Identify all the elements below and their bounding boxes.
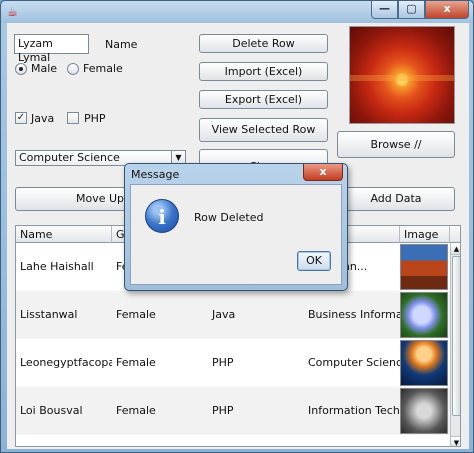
- browse-button[interactable]: Browse //: [337, 131, 455, 158]
- male-label: Male: [31, 62, 58, 75]
- cell-gender: Female: [116, 404, 156, 417]
- cell-name: Lisstanwal: [20, 308, 78, 321]
- close-button[interactable]: x: [425, 1, 469, 19]
- scroll-down-icon[interactable]: ▼: [451, 436, 460, 446]
- scrollbar-thumb[interactable]: [452, 256, 460, 416]
- php-checkbox[interactable]: [67, 112, 79, 124]
- cell-name: Leonegyptfacopal: [20, 356, 112, 369]
- cell-name: Lahe Haishall: [20, 260, 94, 273]
- php-label: PHP: [84, 112, 106, 125]
- java-checkbox[interactable]: ✓: [15, 112, 27, 124]
- jellyfish-thumbnail: [400, 340, 448, 386]
- column-header-name[interactable]: Name: [16, 226, 112, 243]
- table-vertical-scrollbar[interactable]: ▲ ▼: [450, 243, 460, 446]
- table-row[interactable]: Loi Bousval Female PHP Information Techn…: [16, 387, 460, 435]
- java-cup-icon: ☕: [7, 5, 18, 19]
- male-radio[interactable]: [15, 63, 27, 75]
- cell-department: Information Techn...: [308, 404, 400, 417]
- koala-thumbnail: [400, 388, 448, 434]
- window-controls: — ▢ x: [371, 1, 469, 19]
- department-selected: Computer Science: [19, 151, 120, 164]
- female-radio[interactable]: [67, 63, 79, 75]
- name-label: Name: [105, 38, 138, 51]
- dialog-message: Row Deleted: [194, 211, 264, 224]
- canyon-thumbnail: [400, 244, 448, 290]
- import-excel-button[interactable]: Import (Excel): [199, 62, 328, 81]
- cell-language: PHP: [212, 356, 234, 369]
- title-bar[interactable]: ☕ — ▢ x: [1, 1, 473, 23]
- cell-language: PHP: [212, 404, 234, 417]
- view-selected-row-button[interactable]: View Selected Row: [199, 118, 328, 142]
- column-header-image[interactable]: Image: [400, 226, 450, 243]
- delete-row-button[interactable]: Delete Row: [199, 34, 328, 53]
- scroll-up-icon[interactable]: ▲: [451, 243, 460, 255]
- cell-name: Loi Bousval: [20, 404, 83, 417]
- dialog-title: Message: [131, 168, 180, 181]
- table-row[interactable]: Lisstanwal Female Java Business Informa.…: [16, 291, 460, 339]
- female-label: Female: [83, 62, 123, 75]
- java-label: Java: [31, 112, 55, 125]
- add-data-button[interactable]: Add Data: [337, 187, 455, 211]
- ok-button[interactable]: OK: [297, 251, 331, 271]
- cell-gender: Female: [116, 308, 156, 321]
- cell-language: Java: [212, 308, 236, 321]
- dialog-close-button[interactable]: x: [303, 164, 343, 181]
- hydrangea-thumbnail: [400, 292, 448, 338]
- maximize-button[interactable]: ▢: [398, 1, 425, 19]
- info-icon: i: [145, 199, 179, 233]
- export-excel-button[interactable]: Export (Excel): [199, 90, 328, 109]
- selected-photo: [349, 26, 455, 124]
- minimize-button[interactable]: —: [371, 1, 398, 19]
- message-dialog: Message x i Row Deleted OK: [124, 163, 348, 291]
- cell-gender: Female: [116, 356, 156, 369]
- cell-department: Business Informa...: [308, 308, 400, 321]
- cell-department: Computer Science: [308, 356, 400, 369]
- dialog-body: i Row Deleted OK: [130, 184, 342, 285]
- name-input[interactable]: Lyzam Lymal: [14, 34, 89, 64]
- table-row[interactable]: Leonegyptfacopal Female PHP Computer Sci…: [16, 339, 460, 387]
